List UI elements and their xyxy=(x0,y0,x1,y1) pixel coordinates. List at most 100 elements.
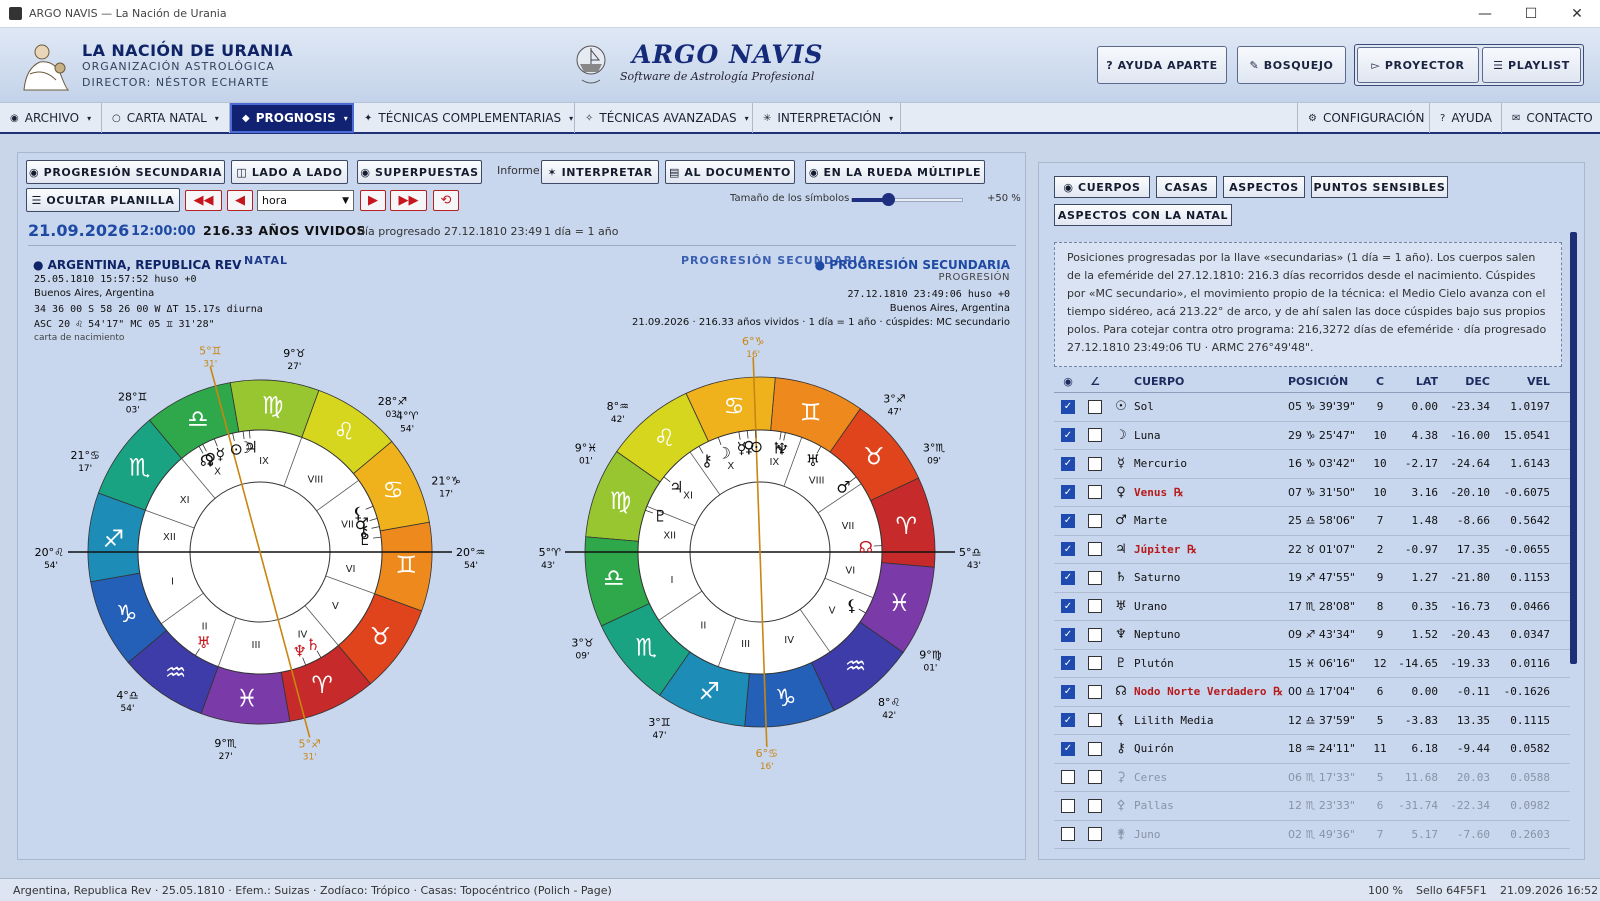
lado-a-lado-button[interactable]: ◫ LADO A LADO xyxy=(231,160,348,184)
minimize-button[interactable]: — xyxy=(1462,0,1508,28)
table-row[interactable]: ✓ ☿ Mercurio 16 ♑ 03'42" 10 -2.17 -24.64 1.6143 xyxy=(1054,450,1570,479)
tab-aspectos[interactable]: ASPECTOS xyxy=(1223,176,1305,198)
superpuestas-button[interactable]: ◉ SUPERPUESTAS xyxy=(357,160,482,184)
progresion-secundaria-button[interactable]: ◉ PROGRESIÓN SECUNDARIA xyxy=(26,160,225,184)
rewind-fast-button[interactable]: ◀◀ xyxy=(185,190,222,211)
tab-aspectos-natal[interactable]: ASPECTOS CON LA NATAL xyxy=(1054,204,1232,226)
menu-tecnicas-complementarias[interactable]: ✦ TÉCNICAS COMPLEMENTARIAS ▾ xyxy=(354,103,575,133)
reset-button[interactable]: ⟲ xyxy=(433,190,459,211)
visible-checkbox[interactable]: ✓ xyxy=(1061,570,1075,585)
time-unit-select[interactable]: hora ▼ xyxy=(257,190,354,211)
menu-prognosis[interactable]: ◆ PROGNOSIS ▾ xyxy=(230,103,354,133)
table-scrollbar[interactable] xyxy=(1570,232,1577,664)
close-button[interactable]: ✕ xyxy=(1554,0,1600,28)
visible-checkbox[interactable]: ✓ xyxy=(1061,627,1075,642)
body-position: 09 ♐ 43'34" xyxy=(1288,628,1355,642)
aspect-checkbox[interactable] xyxy=(1088,713,1102,728)
visible-checkbox[interactable]: ✓ xyxy=(1061,741,1075,756)
step-back-button[interactable]: ◀ xyxy=(227,190,253,211)
menu-tecnicas-avanzadas[interactable]: ✧ TÉCNICAS AVANZADAS ▾ xyxy=(575,103,753,133)
interpretar-button[interactable]: ✶ INTERPRETAR xyxy=(541,160,659,184)
table-row[interactable]: ⚴ Pallas 12 ♏ 23'33" 6 -31.74 -22.34 0.0982 xyxy=(1054,792,1570,821)
aspect-checkbox[interactable] xyxy=(1088,428,1102,443)
table-row[interactable]: ✓ ♄ Saturno 19 ♐ 47'55" 9 1.27 -21.80 0.1153 xyxy=(1054,564,1570,593)
table-row[interactable]: ✓ ♇ Plutón 15 ♓ 06'16" 12 -14.65 -19.33 0.0116 xyxy=(1054,650,1570,678)
rueda-multiple-button[interactable]: ◉ EN LA RUEDA MÚLTIPLE xyxy=(805,160,985,184)
aspect-checkbox[interactable] xyxy=(1088,827,1102,842)
progressed-wheel[interactable]: ♈♉♊♋♌♍♎♏♐ ♑♒♓IIIIII IVVVIVIIVIIIIXXXIXII5°… xyxy=(530,325,1020,805)
table-row[interactable]: ✓ ♆ Neptuno 09 ♐ 43'34" 9 1.52 -20.43 0.0347 xyxy=(1054,621,1570,650)
aspect-checkbox[interactable] xyxy=(1088,656,1102,671)
visible-checkbox[interactable]: ✓ xyxy=(1061,428,1075,443)
tab-casas[interactable]: CASAS xyxy=(1156,176,1217,198)
forward-fast-button[interactable]: ▶▶ xyxy=(390,190,427,211)
menu-configuracion[interactable]: ⚙ CONFIGURACIÓN xyxy=(1298,103,1430,133)
visible-checkbox[interactable]: ✓ xyxy=(1061,542,1075,557)
menu-carta-natal[interactable]: ○ CARTA NATAL ▾ xyxy=(102,103,230,133)
table-row[interactable]: ✓ ☽ Luna 29 ♑ 25'47" 10 4.38 -16.00 15.0541 xyxy=(1054,422,1570,450)
menu-interpretacion[interactable]: ✳ INTERPRETACIÓN ▾ xyxy=(753,103,901,133)
slider-knob[interactable] xyxy=(882,193,895,206)
col-vel[interactable]: VEL xyxy=(1490,375,1550,388)
tab-puntos-sensibles[interactable]: PUNTOS SENSIBLES xyxy=(1311,176,1448,198)
visible-checkbox[interactable]: ✓ xyxy=(1061,399,1075,414)
visible-checkbox[interactable]: ✓ xyxy=(1061,513,1075,528)
body-vel: 0.0116 xyxy=(1510,656,1550,670)
aspect-checkbox[interactable] xyxy=(1088,513,1102,528)
visible-checkbox[interactable] xyxy=(1061,827,1075,842)
body-house: 10 xyxy=(1373,428,1387,442)
visible-checkbox[interactable]: ✓ xyxy=(1061,684,1075,699)
menu-ayuda[interactable]: ? AYUDA xyxy=(1430,103,1502,133)
sketch-button[interactable]: ✎ BOSQUEJO xyxy=(1237,46,1346,84)
playlist-button[interactable]: ☰ PLAYLIST xyxy=(1482,47,1581,83)
table-row[interactable]: ✓ ♃ Júpiter ℞ 22 ♉ 01'07" 2 -0.97 17.35 -0.0655 xyxy=(1054,536,1570,564)
aspect-checkbox[interactable] xyxy=(1088,741,1102,756)
table-row[interactable]: ✓ ♂ Marte 25 ♎ 58'06" 7 1.48 -8.66 0.5642 xyxy=(1054,507,1570,536)
symbol-size-slider[interactable] xyxy=(851,193,963,206)
table-row[interactable]: ✓ ♀ Venus ℞ 07 ♑ 31'50" 10 3.16 -20.10 -0.6075 xyxy=(1054,479,1570,507)
projector-button[interactable]: ▻ PROYECTOR xyxy=(1357,47,1479,83)
col-posicion[interactable]: POSICIÓN xyxy=(1288,375,1366,388)
aspect-checkbox[interactable] xyxy=(1088,570,1102,585)
body-lat: -3.83 xyxy=(1404,713,1438,727)
col-dec[interactable]: DEC xyxy=(1438,375,1490,388)
aspect-checkbox[interactable] xyxy=(1088,456,1102,471)
ocultar-planilla-button[interactable]: ☰ OCULTAR PLANILLA xyxy=(26,188,180,212)
col-aspect[interactable]: ∠ xyxy=(1082,375,1108,388)
al-documento-button[interactable]: ▤ AL DOCUMENTO xyxy=(665,160,795,184)
menu-contacto[interactable]: ✉ CONTACTO xyxy=(1502,103,1600,133)
visible-checkbox[interactable]: ✓ xyxy=(1061,656,1075,671)
table-row[interactable]: ✓ ☊ Nodo Norte Verdadero ℞ 00 ♎ 17'04" 6 0.00… xyxy=(1054,678,1570,707)
visible-checkbox[interactable] xyxy=(1061,770,1075,785)
aspect-checkbox[interactable] xyxy=(1088,599,1102,614)
natal-wheel[interactable]: ♈♉♊♋♌♍♎♏♐♑♒♓IIIIIIIVVVIVIIVIIIIXXXIXII20… xyxy=(22,330,502,790)
aspect-checkbox[interactable] xyxy=(1088,399,1102,414)
aspect-checkbox[interactable] xyxy=(1088,684,1102,699)
col-lat[interactable]: LAT xyxy=(1394,375,1438,388)
visible-checkbox[interactable]: ✓ xyxy=(1061,599,1075,614)
maximize-button[interactable]: ☐ xyxy=(1508,0,1554,28)
aspect-checkbox[interactable] xyxy=(1088,770,1102,785)
aspect-checkbox[interactable] xyxy=(1088,627,1102,642)
zodiac-sign-icon: ♉ xyxy=(863,443,885,471)
col-cuerpo[interactable]: CUERPO xyxy=(1134,375,1288,388)
col-visible[interactable]: ◉ xyxy=(1054,375,1082,388)
col-casa[interactable]: C xyxy=(1366,375,1394,388)
table-row[interactable]: ✓ ♅ Urano 17 ♏ 28'08" 8 0.35 -16.73 0.0466 xyxy=(1054,593,1570,621)
help-separate-button[interactable]: ? AYUDA APARTE xyxy=(1097,46,1227,84)
aspect-checkbox[interactable] xyxy=(1088,798,1102,813)
table-row[interactable]: ✓ ⚸ Lilith Media 12 ♎ 37'59" 5 -3.83 13.35 0.11… xyxy=(1054,707,1570,735)
visible-checkbox[interactable] xyxy=(1061,798,1075,813)
tab-cuerpos[interactable]: ◉ CUERPOS xyxy=(1054,176,1150,198)
step-forward-button[interactable]: ▶ xyxy=(360,190,386,211)
aspect-checkbox[interactable] xyxy=(1088,485,1102,500)
table-row[interactable]: ✓ ☉ Sol 05 ♑ 39'39" 9 0.00 -23.34 1.0197 xyxy=(1054,393,1570,422)
visible-checkbox[interactable]: ✓ xyxy=(1061,713,1075,728)
aspect-checkbox[interactable] xyxy=(1088,542,1102,557)
table-row[interactable]: ✓ ⚷ Quirón 18 ♒ 24'11" 11 6.18 -9.44 0.0582 xyxy=(1054,735,1570,764)
table-row[interactable]: ⚵ Juno 02 ♏ 49'36" 7 5.17 -7.60 0.2603 xyxy=(1054,821,1570,849)
menu-archivo[interactable]: ◉ ARCHIVO ▾ xyxy=(0,103,102,133)
visible-checkbox[interactable]: ✓ xyxy=(1061,456,1075,471)
table-row[interactable]: ⚳ Ceres 06 ♏ 17'33" 5 11.68 20.03 0.0588 xyxy=(1054,764,1570,792)
visible-checkbox[interactable]: ✓ xyxy=(1061,485,1075,500)
